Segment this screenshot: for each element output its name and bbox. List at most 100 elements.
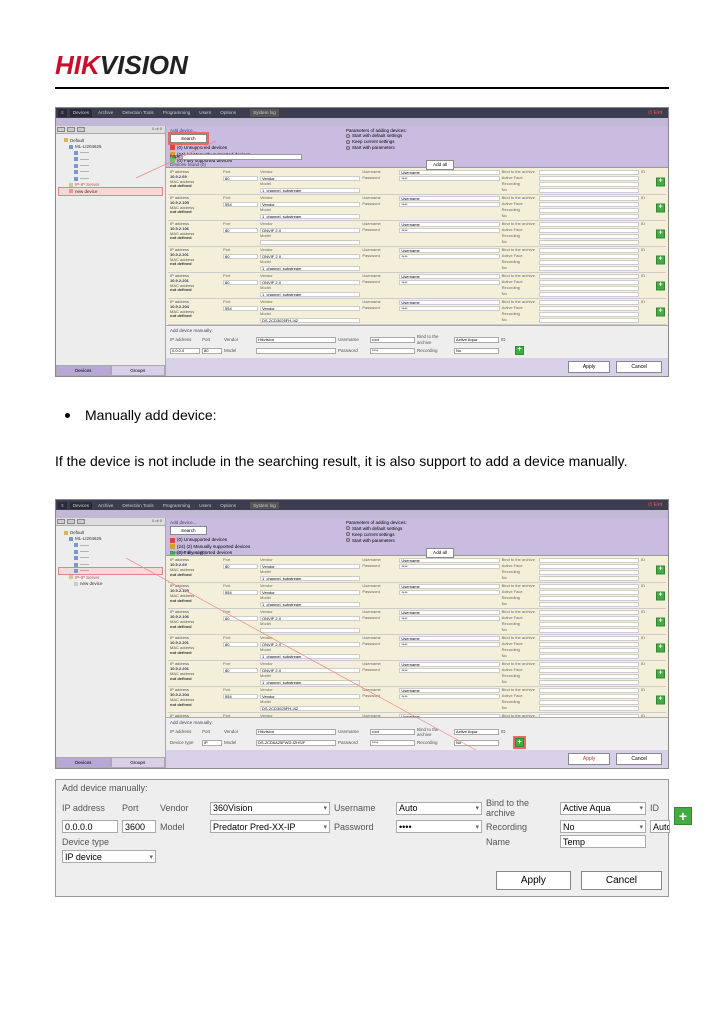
menu-icon[interactable]: ≡ — [58, 109, 67, 117]
name-field[interactable]: 1_channel_substream — [260, 292, 360, 297]
mp-pass-field[interactable]: •••• — [396, 820, 482, 833]
device-add-button[interactable]: + — [656, 255, 665, 264]
af-field[interactable] — [539, 176, 639, 181]
no-field[interactable] — [539, 188, 639, 193]
no-field[interactable] — [539, 602, 639, 607]
tab-users[interactable]: Users — [196, 502, 214, 510]
dtype-field[interactable]: IP device — [202, 740, 222, 746]
name-field[interactable]: 1_channel, substream — [260, 188, 360, 193]
vendor-field[interactable]: Vendor — [260, 694, 360, 699]
af-field[interactable] — [539, 280, 639, 285]
cancel-button[interactable]: Cancel — [616, 753, 662, 765]
tree-btn-1[interactable] — [57, 127, 65, 132]
tree-btn-3[interactable] — [77, 127, 85, 132]
user-field[interactable]: Username — [399, 274, 499, 279]
user-field[interactable]: Username — [399, 688, 499, 693]
pass-field[interactable]: **** — [399, 642, 499, 647]
model-field[interactable]: DS-2CD6A25FWD-IZHS/F — [256, 740, 336, 746]
tree-newdevice[interactable]: new device — [59, 581, 162, 587]
bind-field[interactable] — [539, 662, 639, 667]
port-field[interactable]: 554 — [223, 202, 258, 207]
bind-field[interactable] — [539, 222, 639, 227]
mp-apply-button[interactable]: Apply — [496, 871, 571, 890]
user-field[interactable]: Username — [399, 248, 499, 253]
no-field[interactable] — [539, 576, 639, 581]
no-field[interactable] — [539, 318, 639, 323]
no-field[interactable] — [539, 292, 639, 297]
device-add-button[interactable]: + — [656, 203, 665, 212]
af-field[interactable] — [539, 306, 639, 311]
rec-field[interactable]: No — [454, 740, 499, 746]
device-add-button[interactable]: + — [656, 669, 665, 678]
rec-field[interactable] — [539, 700, 639, 705]
af-field[interactable] — [539, 202, 639, 207]
footer-devices-tab[interactable]: Devices — [56, 365, 111, 377]
device-tree[interactable]: Default ML-LI204625 —— —— —— —— —— IP-IP… — [56, 526, 165, 757]
vendor-field[interactable]: ONVIF 2.X — [260, 254, 360, 259]
pass-field[interactable]: **** — [399, 590, 499, 595]
tab-archive[interactable]: Archive — [95, 109, 116, 117]
no-field[interactable] — [539, 266, 639, 271]
pass-field[interactable]: **** — [399, 668, 499, 673]
name-field[interactable]: 1_channel, substream — [260, 214, 360, 219]
bind-field[interactable] — [539, 558, 639, 563]
manual-add-button[interactable]: + — [515, 738, 524, 747]
param-keep[interactable]: Keep current settings — [346, 139, 407, 144]
bind-field[interactable] — [539, 714, 639, 717]
user-field[interactable]: root — [370, 729, 415, 735]
tab-system-log[interactable]: System log — [250, 502, 279, 510]
device-add-button[interactable]: + — [656, 307, 665, 316]
param-keep[interactable]: Keep current settings — [346, 532, 407, 537]
port-field[interactable]: 554 — [223, 306, 258, 311]
user-field[interactable]: root — [370, 337, 415, 343]
vendor-field[interactable]: Vendor — [260, 590, 360, 595]
name-field[interactable] — [260, 628, 360, 633]
pass-field[interactable]: **** — [399, 202, 499, 207]
port-field[interactable]: 80 — [223, 642, 258, 647]
af-field[interactable] — [539, 694, 639, 699]
tab-system-log[interactable]: System log — [250, 109, 279, 117]
bind-field[interactable]: Active Aqua — [454, 337, 499, 343]
rec-field[interactable] — [539, 208, 639, 213]
bind-field[interactable] — [539, 248, 639, 253]
ip-field[interactable]: 0.0.0.0 — [170, 348, 200, 354]
pass-field[interactable]: **** — [370, 740, 415, 746]
pass-field[interactable]: **** — [399, 228, 499, 233]
tree-btn-2[interactable] — [67, 127, 75, 132]
pass-field[interactable]: **** — [399, 306, 499, 311]
rec-field[interactable] — [539, 570, 639, 575]
https-input[interactable] — [182, 154, 302, 160]
manual-add-button[interactable]: + — [515, 346, 524, 355]
vendor-field[interactable]: Hikvision — [256, 729, 336, 735]
bind-field[interactable] — [539, 636, 639, 641]
user-field[interactable]: Username — [399, 170, 499, 175]
no-field[interactable] — [539, 654, 639, 659]
param-with[interactable]: Start with parameters — [346, 538, 407, 543]
vendor-field[interactable]: Hikvision — [256, 337, 336, 343]
search-button[interactable]: Search — [170, 134, 207, 144]
port-field[interactable]: 80 — [223, 254, 258, 259]
device-add-button[interactable]: + — [656, 695, 665, 704]
no-field[interactable] — [539, 680, 639, 685]
name-field[interactable]: 1_channel_substream — [260, 266, 360, 271]
vendor-field[interactable]: ONVIF 2.X — [260, 642, 360, 647]
pass-field[interactable]: **** — [399, 280, 499, 285]
pass-field[interactable]: **** — [399, 254, 499, 259]
vendor-field[interactable]: ONVIF 2.X — [260, 668, 360, 673]
param-with[interactable]: Start with parameters — [346, 145, 407, 150]
mp-dtype-field[interactable]: IP device — [62, 850, 156, 863]
tab-detection[interactable]: Detection Tools — [119, 502, 156, 510]
param-default[interactable]: Start with default settings — [346, 526, 407, 531]
no-field[interactable] — [539, 214, 639, 219]
apply-button[interactable]: Apply — [568, 361, 611, 373]
vendor-field[interactable]: Vendor — [260, 306, 360, 311]
device-add-button[interactable]: + — [656, 617, 665, 626]
name-field[interactable]: 1_channel_substream — [260, 680, 360, 685]
device-add-button[interactable]: + — [656, 229, 665, 238]
search-button[interactable]: Search — [170, 526, 207, 536]
bind-field[interactable] — [539, 300, 639, 305]
footer-devices-tab[interactable]: Devices — [56, 757, 111, 769]
bind-field[interactable] — [539, 688, 639, 693]
bind-field[interactable] — [539, 196, 639, 201]
tree-newdevice[interactable]: new device — [59, 188, 162, 194]
